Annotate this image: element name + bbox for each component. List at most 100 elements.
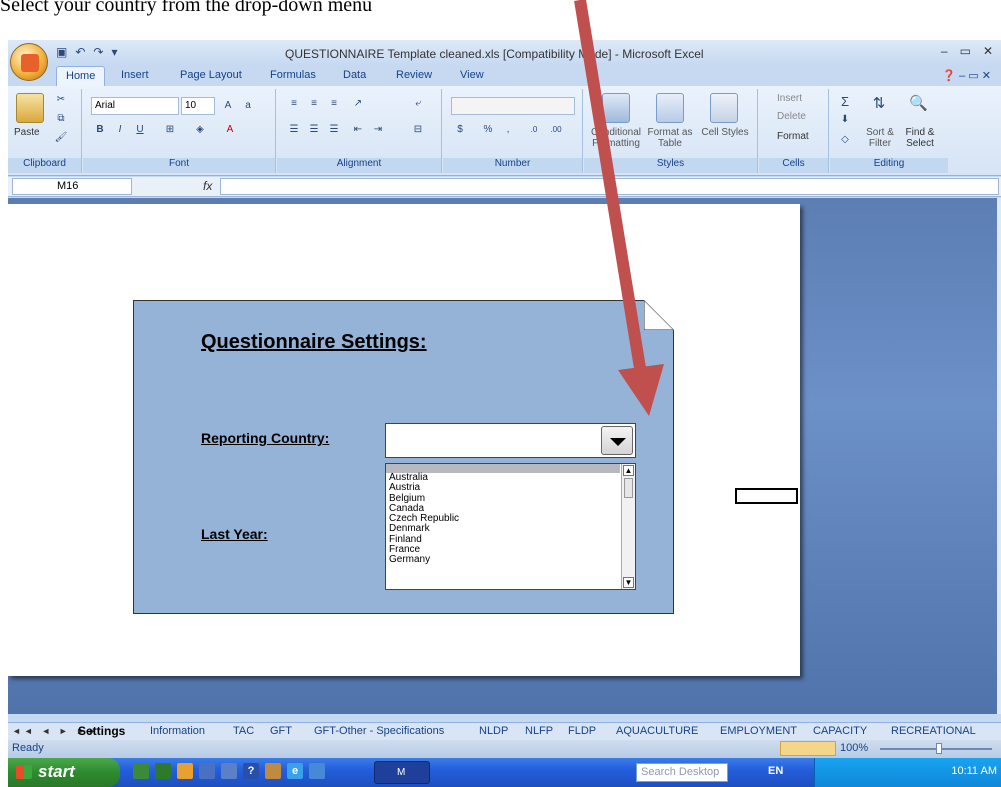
- tab-insert[interactable]: Insert: [121, 69, 149, 81]
- app-icon[interactable]: [309, 763, 325, 779]
- sheet-tab[interactable]: Information: [150, 725, 205, 737]
- customize-qat-icon[interactable]: ▾: [111, 45, 117, 59]
- vertical-scrollbar[interactable]: [997, 198, 1001, 714]
- sheet-tab[interactable]: AQUACULTURE: [616, 725, 698, 737]
- decrease-indent-icon[interactable]: ⇤: [349, 121, 367, 138]
- fill-icon[interactable]: ⬇: [836, 111, 854, 128]
- sheet-tab[interactable]: Settings: [78, 724, 125, 738]
- comma-icon[interactable]: ,: [499, 121, 517, 138]
- sheet-tab[interactable]: GFT-Other - Specifications: [314, 725, 444, 737]
- app-icon[interactable]: [265, 763, 281, 779]
- sheet-tab[interactable]: TAC: [233, 725, 254, 737]
- align-bottom-icon[interactable]: ≡: [325, 95, 343, 112]
- currency-icon[interactable]: $: [451, 121, 469, 138]
- format-painter-icon[interactable]: 🖌: [52, 129, 70, 146]
- format-cells-button[interactable]: Format: [777, 131, 809, 142]
- help-launch-icon[interactable]: ?: [243, 763, 259, 779]
- find-select-icon[interactable]: 🔍: [908, 95, 928, 112]
- borders-icon[interactable]: ⊞: [161, 121, 179, 138]
- merge-center-icon[interactable]: ⊟: [409, 121, 427, 138]
- list-item[interactable]: Germany: [386, 555, 635, 566]
- sort-filter-label[interactable]: Sort & Filter: [860, 127, 900, 149]
- increase-indent-icon[interactable]: ⇥: [369, 121, 387, 138]
- cell-styles-icon[interactable]: [710, 93, 738, 123]
- bold-icon[interactable]: B: [91, 121, 109, 138]
- underline-icon[interactable]: U: [131, 121, 149, 138]
- tab-review[interactable]: Review: [396, 69, 432, 81]
- app-icon[interactable]: [177, 763, 193, 779]
- autosum-icon[interactable]: Σ: [836, 93, 854, 110]
- cell-styles-label[interactable]: Cell Styles: [700, 127, 750, 138]
- scroll-thumb[interactable]: [624, 478, 633, 498]
- align-center-icon[interactable]: ☰: [305, 121, 323, 138]
- zoom-slider-knob[interactable]: [936, 743, 942, 754]
- sheet-tab[interactable]: NLFP: [525, 725, 553, 737]
- tab-view[interactable]: View: [460, 69, 484, 81]
- app-icon[interactable]: [133, 763, 149, 779]
- delete-cells-button[interactable]: Delete: [777, 111, 806, 122]
- cut-icon[interactable]: ✂: [52, 91, 70, 108]
- close-button[interactable]: ✕: [983, 44, 993, 58]
- format-as-table-icon[interactable]: [656, 93, 684, 123]
- decrease-decimal-icon[interactable]: .00: [547, 121, 565, 138]
- restore-button[interactable]: ▭: [960, 44, 971, 58]
- scroll-down-icon[interactable]: ▼: [623, 577, 634, 588]
- align-left-icon[interactable]: ☰: [285, 121, 303, 138]
- wrap-text-icon[interactable]: ⤶: [409, 95, 427, 112]
- view-buttons[interactable]: [780, 741, 836, 756]
- zoom-level[interactable]: 100%: [840, 742, 868, 754]
- name-box[interactable]: M16: [12, 178, 132, 195]
- font-size-select[interactable]: 10: [181, 97, 215, 115]
- ie-launch-icon[interactable]: e: [287, 763, 303, 779]
- align-right-icon[interactable]: ☰: [325, 121, 343, 138]
- app-icon[interactable]: [221, 763, 237, 779]
- sheet-tab[interactable]: CAPACITY: [813, 725, 867, 737]
- align-middle-icon[interactable]: ≡: [305, 95, 323, 112]
- sheet-tab[interactable]: GFT: [270, 725, 292, 737]
- insert-cells-button[interactable]: Insert: [777, 93, 802, 104]
- fill-color-icon[interactable]: ◈: [191, 121, 209, 138]
- office-button[interactable]: [10, 43, 48, 81]
- paste-label[interactable]: Paste: [14, 127, 40, 138]
- language-indicator[interactable]: EN: [768, 765, 783, 777]
- minimize-button[interactable]: –: [941, 44, 948, 58]
- conditional-formatting-label[interactable]: Conditional Formatting: [588, 127, 644, 149]
- list-item[interactable]: Finland: [386, 534, 635, 545]
- italic-icon[interactable]: I: [111, 121, 129, 138]
- grow-font-icon[interactable]: A: [219, 97, 237, 114]
- word-launch-icon[interactable]: [199, 763, 215, 779]
- save-icon[interactable]: ▣: [56, 45, 67, 59]
- tab-data[interactable]: Data: [343, 69, 366, 81]
- font-color-icon[interactable]: A: [221, 121, 239, 138]
- increase-decimal-icon[interactable]: .0: [525, 121, 543, 138]
- formula-input[interactable]: [220, 178, 999, 195]
- combo-dropdown-button[interactable]: [601, 426, 633, 455]
- tab-page-layout[interactable]: Page Layout: [180, 69, 242, 81]
- list-item[interactable]: Denmark: [386, 524, 635, 535]
- tab-formulas[interactable]: Formulas: [270, 69, 316, 81]
- start-button[interactable]: start: [8, 758, 120, 787]
- orientation-icon[interactable]: ↗: [349, 95, 367, 112]
- sheet-tab[interactable]: EMPLOYMENT: [720, 725, 797, 737]
- sheet-tab[interactable]: RECREATIONAL: [891, 725, 976, 737]
- sort-filter-icon[interactable]: ⇅: [870, 95, 888, 112]
- paste-icon[interactable]: [16, 93, 44, 123]
- country-dropdown-list[interactable]: Australia Austria Belgium Canada Czech R…: [385, 463, 636, 590]
- country-combobox[interactable]: [385, 423, 636, 458]
- selected-cell[interactable]: [735, 488, 798, 504]
- clock[interactable]: 10:11 AM: [951, 765, 997, 777]
- scroll-up-icon[interactable]: ▲: [623, 465, 634, 476]
- list-item[interactable]: Australia: [386, 472, 635, 483]
- conditional-formatting-icon[interactable]: [602, 93, 630, 123]
- undo-icon[interactable]: ↶: [75, 45, 85, 59]
- sheet-tab[interactable]: FLDP: [568, 725, 596, 737]
- redo-icon[interactable]: ↷: [93, 45, 103, 59]
- font-name-select[interactable]: Arial: [91, 97, 179, 115]
- align-top-icon[interactable]: ≡: [285, 95, 303, 112]
- tab-home[interactable]: Home: [56, 66, 106, 86]
- help-icon[interactable]: ❓ – ▭ ✕: [942, 69, 991, 82]
- shrink-font-icon[interactable]: a: [239, 97, 257, 114]
- clear-icon[interactable]: ◇: [836, 131, 854, 148]
- insert-function-icon[interactable]: fx: [203, 179, 212, 193]
- copy-icon[interactable]: ⧉: [52, 110, 70, 127]
